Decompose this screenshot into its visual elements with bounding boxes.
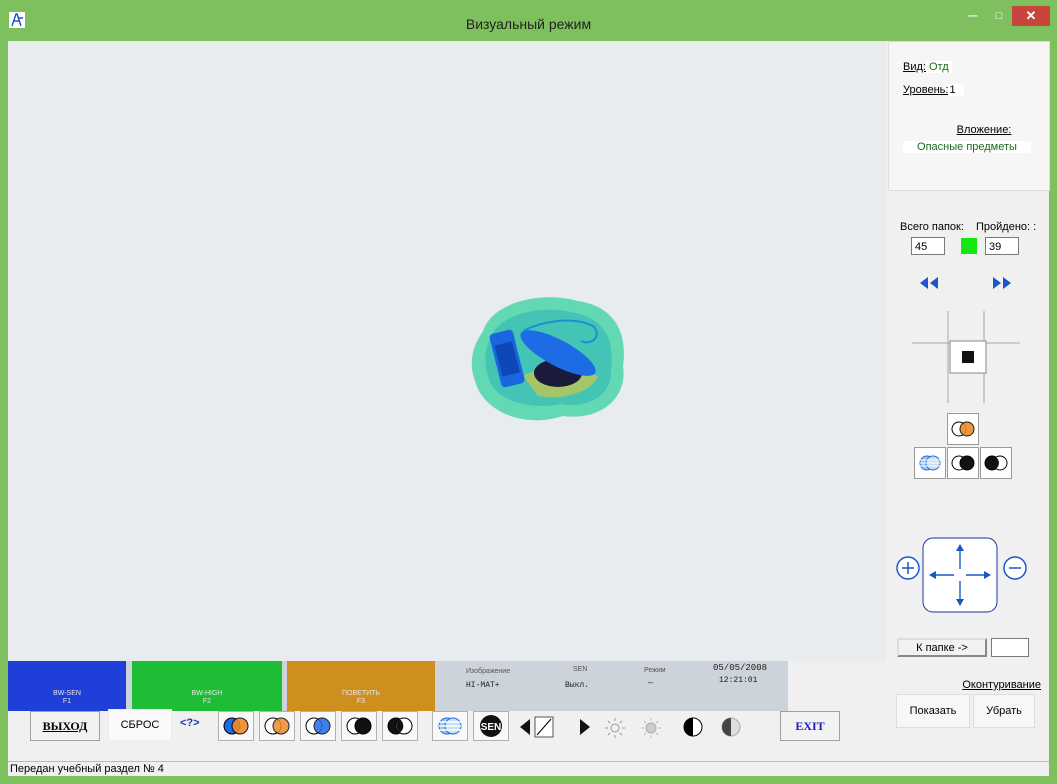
view-row: Вид: Отд	[903, 61, 952, 73]
mode-value: —	[648, 679, 653, 688]
contour-label: Оконтуривание	[962, 679, 1041, 691]
help-button[interactable]: <?>	[180, 717, 200, 729]
mode-title: Режим	[644, 667, 666, 674]
overlay-orange-button[interactable]	[947, 413, 979, 445]
overlay-inverse-button[interactable]	[980, 447, 1012, 479]
orange-circles-icon	[264, 717, 290, 735]
view-value: Отд	[925, 61, 952, 73]
image-mode-title: Изображение	[466, 668, 511, 675]
mode-highlight-key: ПОВЕТИТЬ F3	[287, 661, 435, 711]
inverse-circles-icon	[984, 455, 1008, 471]
pan-control[interactable]	[921, 536, 999, 614]
sen-title: SEN	[573, 666, 588, 673]
sen-value: Выкл.	[565, 681, 590, 690]
remove-contour-button[interactable]: Убрать	[973, 694, 1035, 728]
sen-icon-label: SEN	[481, 722, 502, 733]
color-mode-3-button[interactable]	[300, 711, 336, 741]
current-position-marker	[962, 351, 974, 363]
blue-circles-icon	[305, 717, 331, 735]
level-row: Уровень:1	[903, 84, 964, 96]
scanner-status-strip: BW-SEN F1 BW-HIGH F2 ПОВЕТИТЬ F3 Изображ…	[8, 661, 788, 711]
organic-filter-button[interactable]	[432, 711, 468, 741]
close-button[interactable]: ✕	[1012, 6, 1050, 26]
color-mode-2-button[interactable]	[259, 711, 295, 741]
zoom-out-icon[interactable]	[1003, 556, 1027, 580]
total-folders-label: Всего папок:	[900, 221, 964, 233]
maximize-button[interactable]: □	[986, 6, 1012, 26]
inverse-circles-icon	[387, 717, 413, 735]
zoom-in-icon[interactable]	[896, 556, 920, 580]
mode-highlight-f-key: F3	[356, 698, 366, 705]
black-white-circles-icon	[951, 455, 975, 471]
mode-highlight-label: ПОВЕТИТЬ	[342, 690, 380, 697]
striped-circles-icon	[438, 717, 462, 735]
increase-arrow-icon	[580, 719, 590, 735]
passed-label: Пройдено: :	[976, 221, 1037, 233]
overlay-bw-button[interactable]	[947, 447, 979, 479]
scan-time: 12:21:01	[719, 676, 758, 685]
passed-field[interactable]: 39	[985, 237, 1019, 255]
exit-ru-button[interactable]: ВЫХОД	[30, 711, 100, 741]
info-box: Вид: Отд Уровень:1 Вложение: Опасные пред…	[888, 41, 1050, 191]
side-panel: Вид: Отд Уровень:1 Вложение: Опасные пред…	[888, 41, 1050, 758]
reset-button[interactable]: СБРОС	[108, 709, 172, 741]
black-white-circles-icon	[346, 717, 372, 735]
striped-circles-icon	[919, 455, 941, 471]
brightness-up-icon[interactable]	[640, 717, 662, 739]
blue-orange-circles-icon	[223, 717, 249, 735]
show-contour-button[interactable]: Показать	[896, 694, 970, 728]
decrease-arrow-icon	[520, 719, 530, 735]
mode-bw-high-f-key: F2	[202, 698, 212, 705]
brightness-down-icon[interactable]	[604, 717, 626, 739]
status-bar: Передан учебный раздел № 4	[8, 761, 1049, 776]
total-folders-field[interactable]: 45	[911, 237, 945, 255]
level-value: 1	[948, 84, 964, 96]
status-text: Передан учебный раздел № 4	[10, 763, 164, 775]
client-area: BW-SEN F1 BW-HIGH F2 ПОВЕТИТЬ F3 Изображ…	[8, 41, 1050, 776]
sen-button[interactable]: SEN	[473, 711, 509, 741]
contrast-slider[interactable]	[516, 715, 596, 739]
xray-bag-image	[471, 297, 624, 421]
xray-image-view[interactable]	[8, 41, 886, 661]
minimize-button[interactable]: –	[960, 6, 986, 26]
level-label: Уровень:	[903, 84, 949, 96]
application-window: Визуальный режим – □ ✕ BW-SEN F1 BW-HIGH…	[0, 0, 1057, 784]
attachment-label: Вложение:	[956, 124, 1012, 136]
sen-icon: SEN	[480, 715, 502, 737]
bw-inverse-button[interactable]	[382, 711, 418, 741]
scan-date: 05/05/2008	[713, 663, 768, 673]
contrast-icon[interactable]	[681, 715, 705, 739]
mode-bw-sen-key: BW-SEN F1	[8, 661, 126, 711]
bw-mode-button[interactable]	[341, 711, 377, 741]
color-mode-1-button[interactable]	[218, 711, 254, 741]
image-mode-value: HI-MAT+	[466, 681, 500, 690]
goto-folder-field[interactable]	[991, 638, 1029, 657]
gray-contrast-icon[interactable]	[719, 715, 743, 739]
mode-bw-high-label: BW-HIGH	[191, 690, 223, 697]
previous-folder-icon[interactable]	[918, 276, 940, 290]
attachment-value: Опасные предметы	[903, 141, 1031, 153]
mode-bw-sen-f-key: F1	[62, 698, 72, 705]
overlay-striped-button[interactable]	[914, 447, 946, 479]
window-title: Визуальный режим	[465, 16, 592, 32]
next-folder-icon[interactable]	[991, 276, 1013, 290]
title-bar[interactable]: Визуальный режим – □ ✕	[0, 0, 1057, 40]
goto-folder-button[interactable]: К папке ->	[897, 638, 987, 657]
view-label: Вид:	[903, 61, 926, 73]
position-grid[interactable]	[912, 309, 1020, 403]
status-indicator	[961, 238, 977, 254]
mode-bw-sen-label: BW-SEN	[53, 690, 81, 697]
exit-en-button[interactable]: EXIT	[780, 711, 840, 741]
orange-circles-icon	[951, 421, 975, 437]
mode-bw-high-key: BW-HIGH F2	[132, 661, 282, 711]
